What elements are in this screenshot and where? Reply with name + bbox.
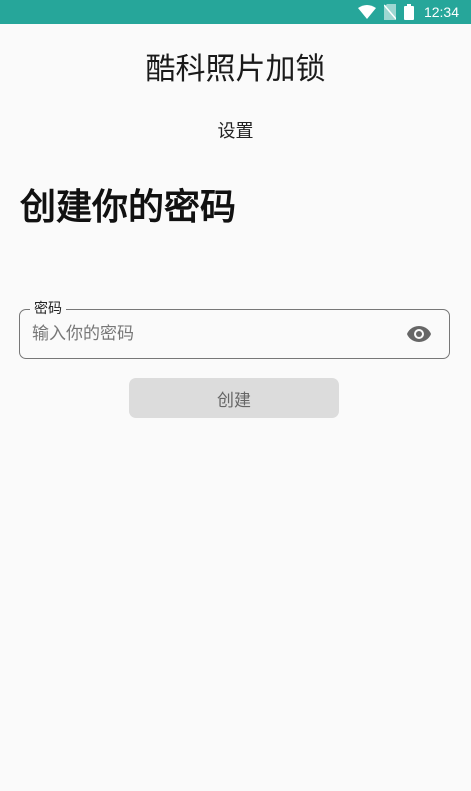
eye-icon[interactable] (405, 322, 433, 346)
battery-icon (403, 4, 414, 20)
page-heading: 创建你的密码 (20, 187, 237, 228)
no-sim-icon (383, 4, 396, 20)
wifi-icon (357, 5, 376, 19)
password-input[interactable] (32, 310, 402, 358)
app-title: 酷科照片加锁 (145, 52, 326, 87)
create-button[interactable]: 创建 (129, 378, 339, 418)
status-time: 12:34 (423, 4, 459, 20)
password-field: 密码 (19, 300, 450, 359)
page-subtitle: 设置 (217, 121, 254, 142)
status-bar: 12:34 (0, 0, 471, 24)
